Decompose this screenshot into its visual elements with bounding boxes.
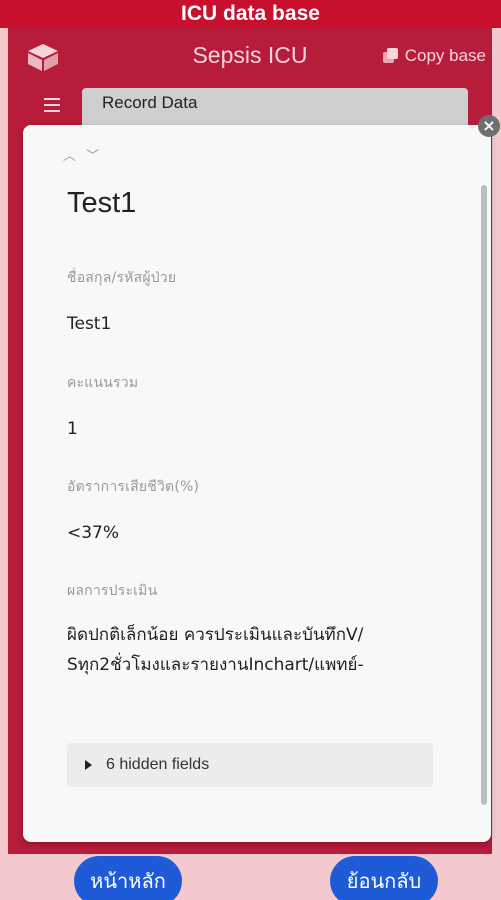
field-label: คะแนนรวม bbox=[67, 375, 139, 391]
record-title: Test1 bbox=[67, 187, 137, 219]
field-value: Test1 bbox=[67, 314, 112, 334]
expand-triangle-icon bbox=[85, 760, 92, 770]
back-button[interactable]: ย้อนกลับ bbox=[330, 856, 438, 900]
app-banner-title: ICU data base bbox=[0, 0, 501, 28]
menu-icon[interactable] bbox=[44, 98, 60, 112]
scrollbar-thumb[interactable] bbox=[481, 185, 487, 805]
copy-base-button[interactable]: Copy base bbox=[382, 46, 486, 66]
app-header: Sepsis ICU Copy base bbox=[8, 28, 492, 88]
copy-icon bbox=[382, 48, 399, 64]
field-patient-id: ชื่อสกุล/รหัสผู้ป่วย Test1 bbox=[67, 267, 447, 339]
field-total-score: คะแนนรวม 1 bbox=[67, 372, 447, 444]
scrollbar[interactable] bbox=[481, 185, 487, 805]
field-value: <37% bbox=[67, 523, 120, 543]
tab-record-data[interactable]: Record Data bbox=[82, 88, 468, 128]
field-assessment-result: ผลการประเมิน ผิดปกติเล็กน้อย ควรประเมินแ… bbox=[67, 580, 367, 680]
chevron-down-icon[interactable]: ﹀ bbox=[86, 145, 99, 164]
hidden-fields-label: 6 hidden fields bbox=[106, 756, 210, 773]
chevron-up-icon[interactable]: ︿ bbox=[63, 145, 76, 164]
close-icon[interactable]: × bbox=[478, 115, 500, 137]
field-label: ชื่อสกุล/รหัสผู้ป่วย bbox=[67, 270, 177, 286]
field-value: ผิดปกติเล็กน้อย ควรประเมินและบันทึกV/Sทุ… bbox=[67, 625, 364, 675]
hidden-fields-toggle[interactable]: 6 hidden fields bbox=[67, 743, 433, 787]
record-detail-card: ︿ ﹀ Test1 ชื่อสกุล/รหัสผู้ป่วย Test1 คะแ… bbox=[23, 125, 491, 842]
field-label: อัตราการเสียชีวิต(%) bbox=[67, 479, 200, 495]
record-nav: ︿ ﹀ bbox=[63, 145, 99, 164]
field-value: 1 bbox=[67, 419, 78, 439]
field-mortality-rate: อัตราการเสียชีวิต(%) <37% bbox=[67, 476, 447, 548]
field-label: ผลการประเมิน bbox=[67, 583, 158, 599]
copy-base-label: Copy base bbox=[404, 46, 486, 65]
home-button[interactable]: หน้าหลัก bbox=[74, 856, 182, 900]
